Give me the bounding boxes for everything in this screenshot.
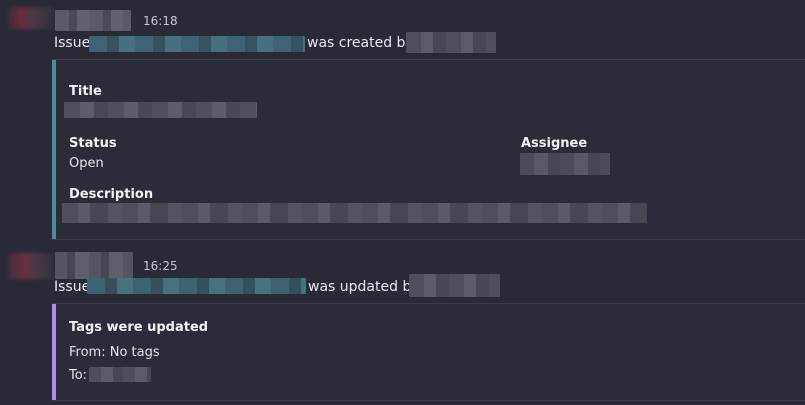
status-label: Status [69, 136, 117, 151]
avatar[interactable] [8, 253, 54, 279]
assignee-label: Assignee [521, 136, 588, 151]
issue-details-card: Title Status Open Assignee Description [52, 59, 805, 240]
description-value-redacted [62, 203, 647, 223]
tags-from-text: From: No tags [69, 345, 160, 360]
tags-to-label: To: [69, 368, 88, 383]
actor-name-redacted[interactable] [406, 32, 496, 53]
message-timestamp: 16:25 [143, 259, 178, 273]
summary-action: was created by [307, 35, 414, 51]
chat-log: 16:18 Issue was created by Title Status … [0, 0, 805, 405]
summary-prefix: Issue [54, 35, 91, 51]
assignee-value-redacted[interactable] [520, 153, 610, 175]
summary-action: was updated by [308, 279, 420, 295]
actor-name-redacted[interactable] [409, 274, 500, 297]
author-name-redacted[interactable] [55, 252, 133, 279]
issue-link-redacted[interactable] [89, 36, 305, 52]
description-label: Description [69, 187, 154, 202]
tags-to-value-redacted [89, 367, 151, 382]
issue-link-redacted[interactable] [87, 278, 306, 294]
tags-updated-heading: Tags were updated [69, 320, 209, 335]
avatar[interactable] [8, 7, 54, 29]
title-label: Title [69, 84, 102, 99]
title-value-redacted [64, 102, 257, 118]
tags-update-card: Tags were updated From: No tags To: [52, 303, 805, 401]
author-name-redacted[interactable] [55, 10, 131, 31]
message-timestamp: 16:18 [143, 14, 178, 28]
status-value: Open [69, 156, 104, 171]
summary-prefix: Issue [54, 279, 91, 295]
